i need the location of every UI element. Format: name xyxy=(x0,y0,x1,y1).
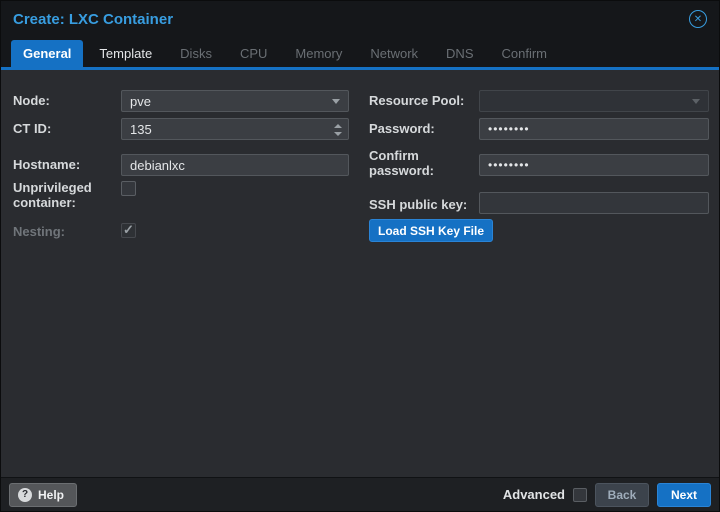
help-icon: ? xyxy=(18,488,32,502)
tab-cpu: CPU xyxy=(228,40,279,67)
tab-bar: General Template Disks CPU Memory Networ… xyxy=(1,37,719,70)
ctid-input[interactable] xyxy=(130,119,330,139)
unprivileged-label: Unprivileged container: xyxy=(13,180,113,210)
password-input[interactable] xyxy=(488,119,700,139)
tab-disks: Disks xyxy=(168,40,224,67)
form-area: Node: pve Resource Pool: CT ID: Password… xyxy=(1,73,719,477)
node-combo[interactable]: pve xyxy=(121,90,349,112)
nesting-label: Nesting: xyxy=(13,224,113,239)
nesting-checkbox xyxy=(121,223,136,238)
tab-template[interactable]: Template xyxy=(87,40,164,67)
create-lxc-dialog: Create: LXC Container ✕ General Template… xyxy=(0,0,720,512)
confirm-password-input[interactable] xyxy=(488,155,700,175)
tab-confirm: Confirm xyxy=(490,40,560,67)
close-glyph: ✕ xyxy=(694,14,702,25)
tab-dns: DNS xyxy=(434,40,485,67)
ssh-key-label: SSH public key: xyxy=(369,197,473,212)
ctid-label: CT ID: xyxy=(13,121,113,136)
spinner-up-icon[interactable] xyxy=(334,124,342,128)
footer-bar: ? Help Advanced Back Next xyxy=(1,477,719,511)
password-field xyxy=(479,118,709,140)
back-button: Back xyxy=(595,483,649,507)
hostname-label: Hostname: xyxy=(13,157,113,172)
advanced-label: Advanced xyxy=(503,487,565,502)
ssh-key-input[interactable] xyxy=(488,193,700,213)
next-button[interactable]: Next xyxy=(657,483,711,507)
titlebar: Create: LXC Container ✕ xyxy=(1,1,719,37)
spinner-down-icon[interactable] xyxy=(334,132,342,136)
ctid-stepper[interactable] xyxy=(121,118,349,140)
node-label: Node: xyxy=(13,93,113,108)
resource-pool-label: Resource Pool: xyxy=(369,93,473,108)
help-label: Help xyxy=(38,488,64,502)
hostname-input[interactable] xyxy=(130,155,340,175)
ssh-key-field xyxy=(479,192,709,214)
help-button[interactable]: ? Help xyxy=(9,483,77,507)
tab-memory: Memory xyxy=(283,40,354,67)
load-ssh-key-button[interactable]: Load SSH Key File xyxy=(369,219,493,242)
advanced-checkbox[interactable] xyxy=(573,488,587,502)
node-value: pve xyxy=(130,94,151,109)
dialog-title: Create: LXC Container xyxy=(13,11,689,28)
tab-general[interactable]: General xyxy=(11,40,83,67)
footer-actions: Advanced Back Next xyxy=(503,483,711,507)
password-label: Password: xyxy=(369,121,473,136)
resource-pool-combo[interactable] xyxy=(479,90,709,112)
chevron-down-icon xyxy=(692,99,700,104)
tab-network: Network xyxy=(358,40,430,67)
confirm-password-label: Confirm password: xyxy=(369,148,473,178)
close-icon[interactable]: ✕ xyxy=(689,10,707,28)
confirm-password-field xyxy=(479,154,709,176)
unprivileged-checkbox[interactable] xyxy=(121,181,136,196)
chevron-down-icon xyxy=(332,99,340,104)
hostname-field xyxy=(121,154,349,176)
stepper-icons xyxy=(334,124,342,136)
